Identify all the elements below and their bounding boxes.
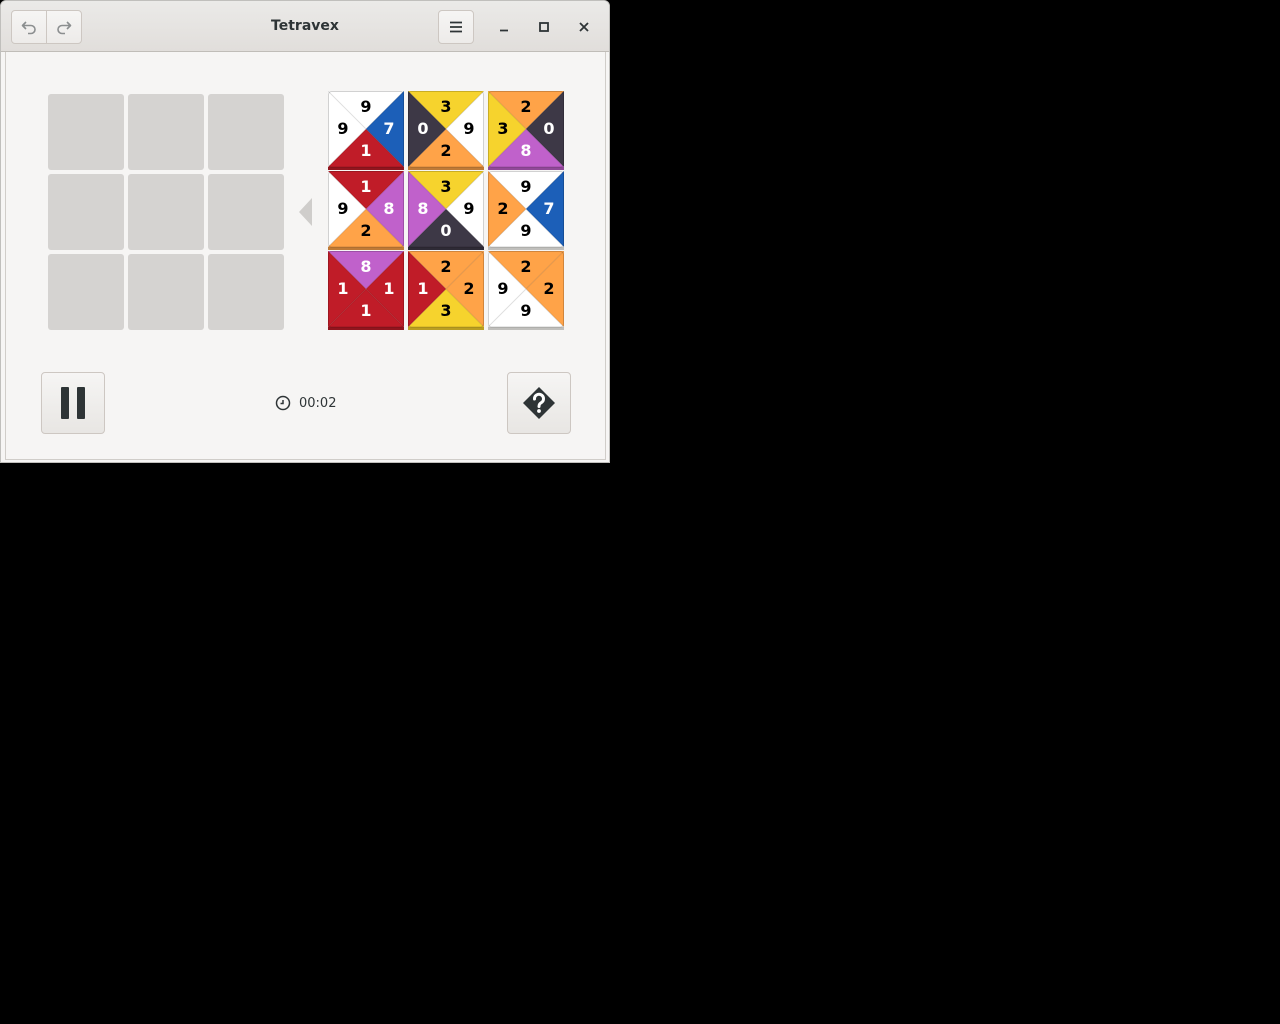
tile-bottom-value: 9 <box>520 301 532 320</box>
board-slot[interactable] <box>208 94 284 170</box>
tile[interactable]: 2299 <box>488 251 564 330</box>
hamburger-menu-icon <box>450 21 462 33</box>
window-title: Tetravex <box>271 18 339 34</box>
tile-top-value: 2 <box>520 97 532 116</box>
tile-right-value: 8 <box>383 199 395 218</box>
maximize-button[interactable] <box>533 16 555 38</box>
board-slot[interactable] <box>128 174 204 250</box>
tile-left-value: 1 <box>337 279 349 298</box>
tile-bottom-value: 9 <box>520 221 532 240</box>
tile-right-value: 7 <box>543 199 555 218</box>
tile-bottom-value: 0 <box>440 221 452 240</box>
tile-top-value: 9 <box>360 97 372 116</box>
maximize-icon <box>539 22 549 32</box>
tile-top-value: 9 <box>520 177 532 196</box>
tile-right-value: 7 <box>383 119 395 138</box>
timer-value: 00:02 <box>299 395 337 411</box>
pause-button[interactable] <box>41 372 105 434</box>
tile-top-value: 2 <box>520 257 532 276</box>
solve-hint-icon <box>523 387 555 419</box>
tile-left-value: 1 <box>417 279 429 298</box>
tetravex-window: Tetravex 9719392020831829390897928111223… <box>0 0 610 463</box>
tile-right-value: 2 <box>463 279 475 298</box>
board-slot[interactable] <box>208 254 284 330</box>
tile-right-value: 1 <box>383 279 395 298</box>
tile[interactable]: 9719 <box>328 91 404 170</box>
tile-right-value: 9 <box>463 199 475 218</box>
tile[interactable]: 2083 <box>488 91 564 170</box>
tile-left-value: 9 <box>337 199 349 218</box>
tile-bottom-value: 2 <box>360 221 372 240</box>
board-slot[interactable] <box>128 94 204 170</box>
close-button[interactable] <box>573 16 595 38</box>
tile-top-value: 8 <box>360 257 372 276</box>
tile[interactable]: 1829 <box>328 171 404 250</box>
tile[interactable]: 8111 <box>328 251 404 330</box>
close-icon <box>579 22 589 32</box>
tile-bottom-value: 3 <box>440 301 452 320</box>
solve-button[interactable] <box>507 372 571 434</box>
board-slot[interactable] <box>208 174 284 250</box>
tile-left-value: 9 <box>337 119 349 138</box>
tile-left-value: 9 <box>497 279 509 298</box>
tile-right-value: 0 <box>543 119 555 138</box>
tile-right-value: 9 <box>463 119 475 138</box>
tile[interactable]: 2231 <box>408 251 484 330</box>
tile-top-value: 2 <box>440 257 452 276</box>
tile-top-value: 1 <box>360 177 372 196</box>
tile[interactable]: 3920 <box>408 91 484 170</box>
board-slot[interactable] <box>48 254 124 330</box>
headerbar: Tetravex <box>1 1 609 52</box>
tile-top-value: 3 <box>440 177 452 196</box>
tile-top-value: 3 <box>440 97 452 116</box>
minimize-button[interactable] <box>493 16 515 38</box>
tile-right-value: 2 <box>543 279 555 298</box>
tile-left-value: 8 <box>417 199 429 218</box>
board-slot[interactable] <box>48 94 124 170</box>
tile-bottom-value: 1 <box>360 301 372 320</box>
main-menu-button[interactable] <box>438 10 474 44</box>
tile[interactable]: 3908 <box>408 171 484 250</box>
tile-bottom-value: 8 <box>520 141 532 160</box>
board-slot[interactable] <box>128 254 204 330</box>
tile-bottom-value: 2 <box>440 141 452 160</box>
move-left-arrow-icon[interactable] <box>299 198 313 226</box>
board-slot[interactable] <box>48 174 124 250</box>
clock-icon <box>275 395 291 411</box>
tile-left-value: 3 <box>497 119 509 138</box>
timer: 00:02 <box>275 394 336 412</box>
tile-bottom-value: 1 <box>360 141 372 160</box>
tile[interactable]: 9792 <box>488 171 564 250</box>
pause-icon <box>61 387 85 419</box>
minimize-icon <box>500 29 508 32</box>
tile-left-value: 2 <box>497 199 509 218</box>
tile-left-value: 0 <box>417 119 429 138</box>
